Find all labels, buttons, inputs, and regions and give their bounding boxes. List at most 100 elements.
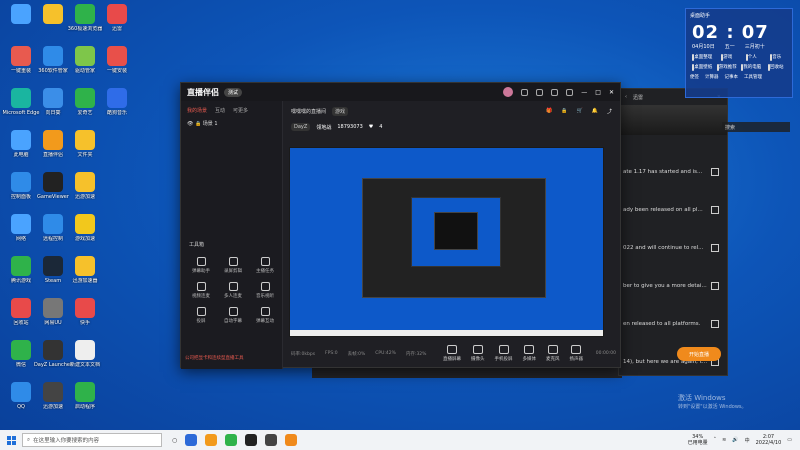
- skin-icon[interactable]: [536, 88, 544, 96]
- sidebar-tab[interactable]: 互动: [215, 107, 225, 114]
- system-tray: 34% 已用电量 ˄ ≋ 🔊 中 2:07 2022/4/10 ▭: [688, 434, 800, 446]
- share-icon[interactable]: ⤴: [607, 108, 612, 115]
- app-icon: [75, 172, 95, 192]
- app-titlebar[interactable]: 直播伴侣 测试 — □ ✕: [181, 83, 620, 101]
- desktop-icon[interactable]: 快手: [66, 296, 104, 334]
- tool-button[interactable]: 录屏剪辑: [217, 257, 249, 274]
- tool-button[interactable]: 主播任务: [249, 257, 281, 274]
- game-tag[interactable]: DayZ: [291, 123, 311, 131]
- app-icon: [11, 256, 31, 276]
- chevron-up-icon[interactable]: ˄: [714, 437, 717, 443]
- desktop-icon[interactable]: 游戏加速: [66, 212, 104, 250]
- widget-shortcut[interactable]: 桌面整理: [690, 54, 715, 61]
- tool-button[interactable]: 多人连麦: [217, 282, 249, 299]
- start-button[interactable]: [0, 435, 22, 445]
- widget-shortcut[interactable]: 桌面壁纸: [690, 64, 715, 71]
- gift-icon[interactable]: 🎁: [546, 108, 552, 115]
- bell-icon[interactable]: 🔔: [592, 108, 598, 115]
- cart-icon[interactable]: 🛒: [577, 108, 583, 115]
- app-icon: [43, 46, 63, 66]
- settings-icon[interactable]: [551, 88, 559, 96]
- clock-search-input[interactable]: 搜索: [722, 122, 790, 132]
- widget-tool[interactable]: 便签: [690, 74, 699, 80]
- taskbar-clock[interactable]: 2:07 2022/4/10: [756, 434, 782, 446]
- tool-button[interactable]: 投屏: [185, 307, 217, 324]
- widget-shortcut[interactable]: 个人: [739, 54, 764, 61]
- taskbar-app-4-icon[interactable]: [245, 434, 258, 446]
- room-tag[interactable]: 游戏: [332, 106, 349, 116]
- ime-icon[interactable]: 中: [745, 437, 750, 444]
- desktop-icon[interactable]: 迅游加速: [66, 170, 104, 208]
- widget-shortcut[interactable]: 我的电脑: [739, 64, 764, 71]
- desktop-icon[interactable]: 迅游加速器: [66, 254, 104, 292]
- lock-icon[interactable]: 🔒: [195, 121, 201, 127]
- status-bar: 码率:0kbps FPS:0 丢帧:0% CPU:42% 内存:32% 00:00:00: [291, 351, 616, 357]
- eye-icon[interactable]: 👁: [187, 121, 193, 127]
- volume-icon[interactable]: 🔊: [732, 437, 738, 443]
- taskbar-app-5-icon[interactable]: [265, 434, 278, 446]
- message-icon[interactable]: [521, 88, 529, 96]
- tool-button[interactable]: 自动字幕: [217, 307, 249, 324]
- tool-button[interactable]: 视频连麦: [185, 282, 217, 299]
- desktop-icon[interactable]: 文件夹: [66, 128, 104, 166]
- avatar[interactable]: [503, 87, 514, 97]
- app-icon: [11, 4, 31, 24]
- desktop-icon[interactable]: 酷狗音乐: [98, 86, 136, 124]
- preview-taskbar: [290, 330, 603, 336]
- notification-icon[interactable]: ▭: [787, 437, 792, 443]
- tool-label: 录屏剪辑: [224, 269, 242, 274]
- live-streaming-app[interactable]: 直播伴侣 测试 — □ ✕ 我的场景 互动 可更多 👁 🔒 场景 1 工具箱 弹幕助…: [180, 82, 721, 369]
- clock-widget[interactable]: 桌面助手 02 : 07 04月10日 五一 三月初十 桌面整理 游戏 个人 音乐 桌面…: [685, 8, 793, 98]
- sidebar-tab[interactable]: 我的场景: [187, 107, 207, 114]
- menu-icon[interactable]: [566, 88, 574, 96]
- stream-preview[interactable]: [289, 147, 604, 337]
- minimize-icon[interactable]: —: [581, 89, 587, 96]
- desktop-icon[interactable]: 迅雷: [98, 2, 136, 40]
- external-link-icon[interactable]: [711, 320, 719, 328]
- app-icon: [75, 130, 95, 150]
- taskbar-app-1-icon[interactable]: [185, 434, 198, 446]
- browser-back-icon[interactable]: ‹: [625, 94, 627, 100]
- desktop-icon[interactable]: 新建文本文档: [66, 338, 104, 376]
- tool-button[interactable]: 音乐视听: [249, 282, 281, 299]
- widget-tool[interactable]: 计算器: [705, 74, 719, 80]
- widget-shortcut[interactable]: 回收站: [764, 64, 789, 71]
- widget-tool[interactable]: 记事本: [725, 74, 739, 80]
- status-item: 码率:0kbps: [291, 352, 316, 357]
- browser-window[interactable]: ‹ 迅雷 ✕ ate 1.17 has started and is...ady…: [618, 88, 728, 376]
- browser-tab-title[interactable]: 迅雷: [633, 94, 643, 101]
- tool-icon: [228, 282, 238, 291]
- scene-item[interactable]: 👁 🔒 场景 1: [181, 118, 282, 129]
- shortcut-label: 我的电脑: [743, 65, 762, 70]
- taskbar-app-6-icon[interactable]: [285, 434, 298, 446]
- external-link-icon[interactable]: [711, 282, 719, 290]
- external-link-icon[interactable]: [711, 168, 719, 176]
- taskbar-app-3-icon[interactable]: [225, 434, 238, 446]
- sidebar-tab[interactable]: 可更多: [233, 107, 248, 114]
- desktop-icon[interactable]: 启动程序: [66, 380, 104, 418]
- external-link-icon[interactable]: [711, 206, 719, 214]
- sidebar-tip[interactable]: 公司把显卡和连续型直播工具: [185, 355, 244, 361]
- taskbar-search[interactable]: ⌕ 在这里输入你要搜索的内容: [22, 433, 162, 447]
- widget-tool[interactable]: 工具管理: [744, 74, 762, 80]
- go-live-button[interactable]: 开始直播: [677, 347, 721, 361]
- room-title[interactable]: 嘿嘿嘿的直播间: [291, 108, 326, 115]
- tool-button[interactable]: 弹幕互动: [249, 307, 281, 324]
- watermark-title: 激活 Windows: [678, 394, 726, 402]
- widget-shortcut[interactable]: 音乐: [764, 54, 789, 61]
- maximize-icon[interactable]: □: [595, 89, 601, 96]
- app-logo: 直播伴侣: [187, 87, 219, 97]
- task-view-icon[interactable]: ○: [172, 437, 177, 444]
- wifi-icon[interactable]: ≋: [722, 437, 726, 443]
- external-link-icon[interactable]: [711, 244, 719, 252]
- tool-label: 投屏: [196, 319, 206, 324]
- widget-shortcut[interactable]: 游戏推荐: [715, 64, 740, 71]
- lock-room-icon[interactable]: 🔒: [561, 108, 567, 115]
- widget-shortcut[interactable]: 游戏: [715, 54, 740, 61]
- taskbar-app-2-icon[interactable]: [205, 434, 218, 446]
- shortcut-label: 桌面壁纸: [694, 65, 713, 70]
- close-icon[interactable]: ✕: [609, 89, 614, 96]
- tool-button[interactable]: 弹幕助手: [185, 257, 217, 274]
- desktop-icon[interactable]: 一键安装: [98, 44, 136, 82]
- battery-status[interactable]: 34% 已用电量: [688, 434, 708, 446]
